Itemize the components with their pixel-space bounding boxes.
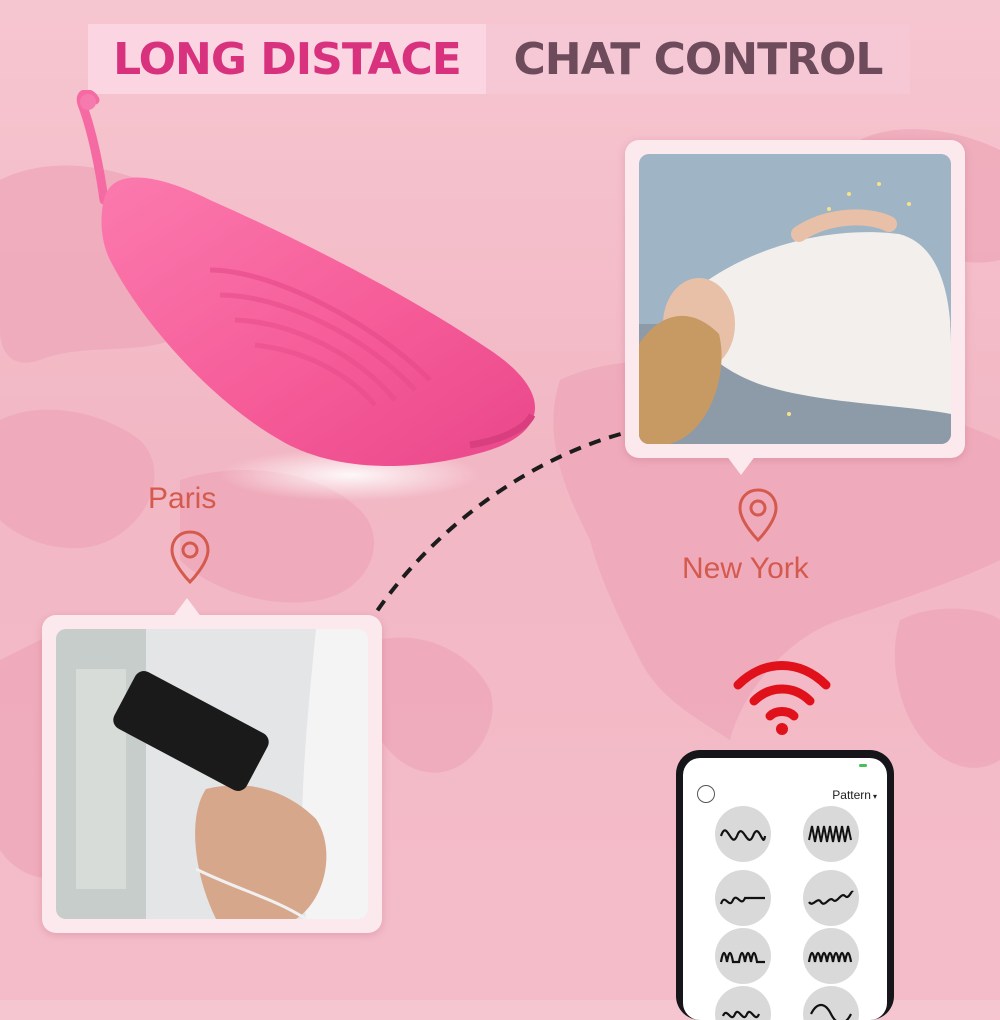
pattern-dropdown-label: Pattern <box>832 788 871 802</box>
pattern-button-wave-step[interactable] <box>715 870 771 926</box>
pattern-button-wave-rising[interactable] <box>803 870 859 926</box>
callout-pointer-sender <box>172 598 202 618</box>
city-label-origin: Paris <box>148 482 217 515</box>
photo-hand-holding-phone <box>56 629 368 919</box>
app-screen: Pattern ▾ <box>683 758 887 1020</box>
callout-pointer-receiver <box>726 455 756 475</box>
pattern-button-partial-b[interactable] <box>803 986 859 1020</box>
pattern-button-partial-a[interactable] <box>715 986 771 1020</box>
headline: LONG DISTACE CHAT CONTROL <box>88 24 910 94</box>
bluetooth-icon[interactable] <box>697 785 715 803</box>
location-pin-icon <box>738 488 778 543</box>
wifi-signal-icon <box>733 661 831 735</box>
photo-woman-relaxing <box>639 154 951 444</box>
pattern-button-wave-dense[interactable] <box>803 806 859 862</box>
photo-card-sender <box>42 615 382 933</box>
pattern-button-wave-pulse[interactable] <box>803 928 859 984</box>
pattern-dropdown[interactable]: Pattern ▾ <box>832 788 877 802</box>
pattern-button-wave-burst[interactable] <box>715 928 771 984</box>
photo-card-receiver <box>625 140 965 458</box>
city-label-destination: New York <box>682 552 809 585</box>
product-image <box>76 90 536 501</box>
battery-indicator <box>859 764 867 767</box>
chevron-down-icon: ▾ <box>872 792 877 801</box>
location-pin-icon <box>170 530 210 585</box>
headline-main: CHAT CONTROL <box>486 24 910 94</box>
smartphone: Pattern ▾ <box>676 750 894 1020</box>
pattern-button-wave-smooth[interactable] <box>715 806 771 862</box>
headline-accent: LONG DISTACE <box>88 24 486 94</box>
